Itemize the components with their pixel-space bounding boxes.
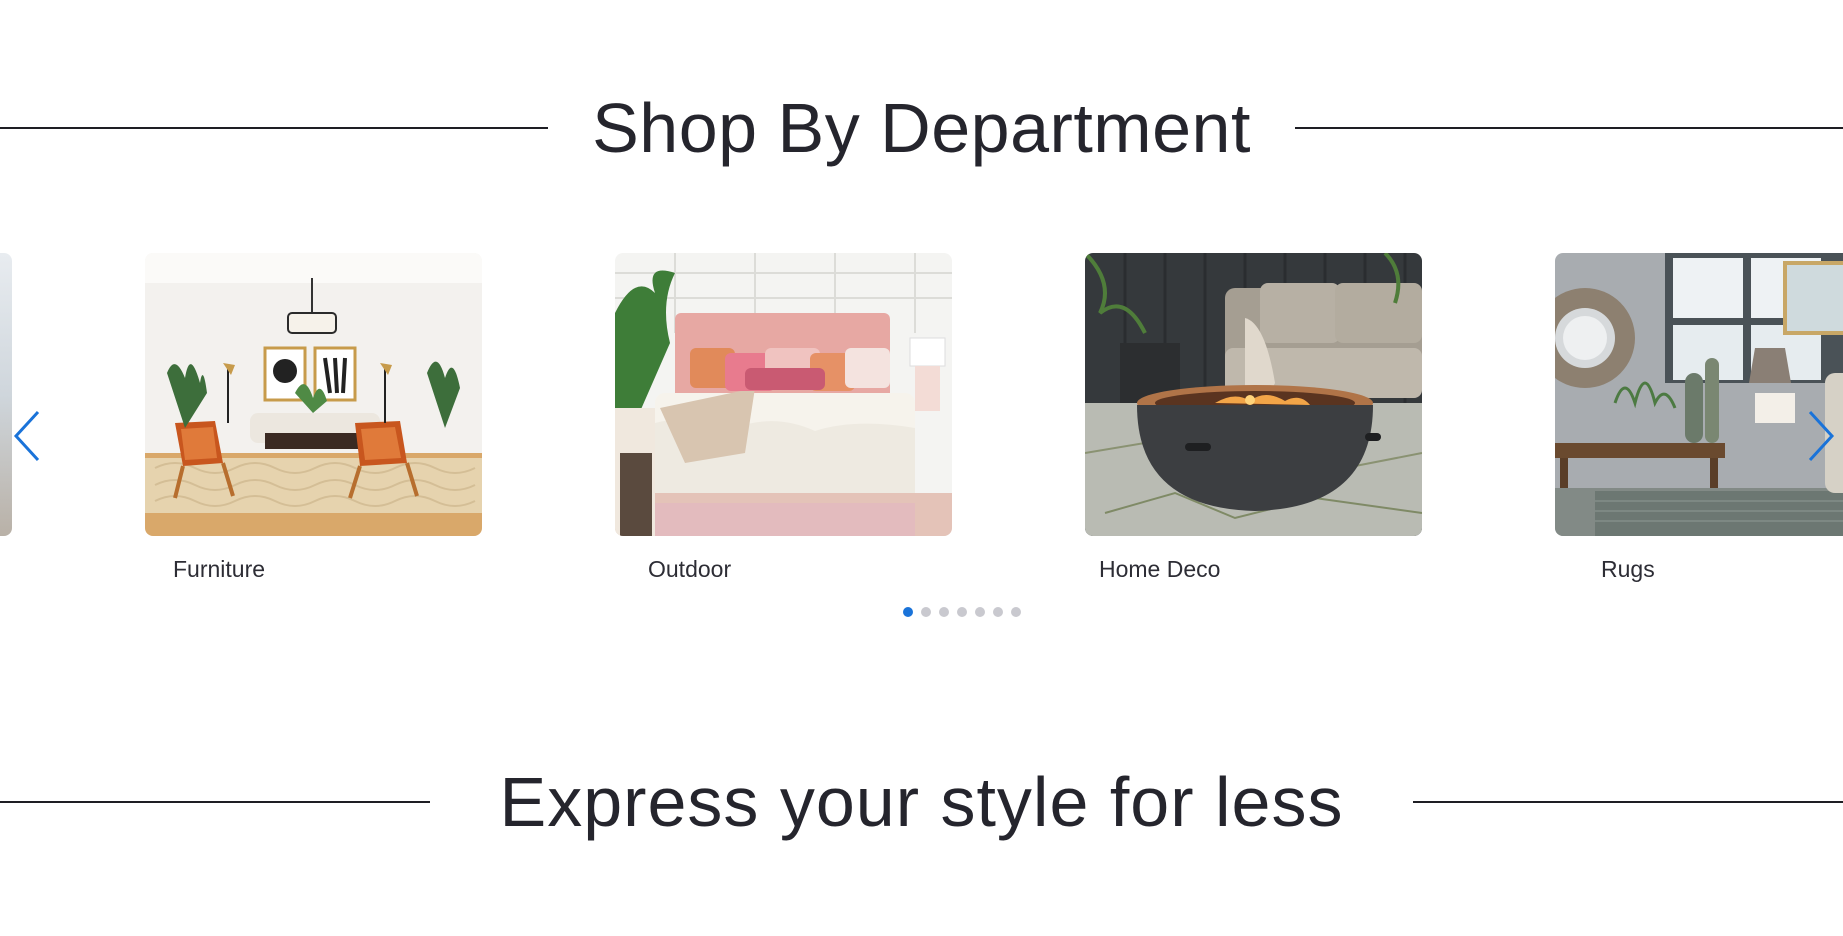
department-carousel: Furniture Outdoor Home Deco Rugs	[0, 253, 1843, 593]
pagination-dot[interactable]	[992, 607, 1003, 617]
pagination-dot[interactable]	[956, 607, 967, 617]
partial-card-previous[interactable]	[0, 253, 12, 536]
furniture-image[interactable]	[145, 253, 482, 536]
carousel-pagination	[0, 607, 1843, 617]
outdoor-image[interactable]	[615, 253, 952, 536]
heading-rule-left	[0, 127, 549, 129]
heading-rule-left	[0, 801, 430, 803]
shop-by-department-heading: Shop By Department	[0, 88, 1843, 168]
card-label-furniture[interactable]: Furniture	[173, 556, 265, 583]
section-title: Express your style for less	[499, 763, 1344, 841]
page: Shop By Department Furniture Outdoor Hom…	[0, 0, 1843, 936]
heading-rule-right	[1413, 801, 1843, 803]
department-card-outdoor[interactable]: Outdoor	[615, 253, 952, 582]
pagination-dot[interactable]	[902, 607, 913, 617]
carousel-prev-button[interactable]	[8, 408, 48, 464]
express-style-heading: Express your style for less	[0, 762, 1843, 842]
department-card-furniture[interactable]: Furniture	[145, 253, 482, 582]
pagination-dot[interactable]	[1010, 607, 1021, 617]
card-label-rugs[interactable]: Rugs	[1601, 556, 1655, 583]
pagination-dot[interactable]	[938, 607, 949, 617]
pagination-dot[interactable]	[974, 607, 985, 617]
pagination-dot[interactable]	[920, 607, 931, 617]
department-card-home-deco[interactable]: Home Deco	[1085, 253, 1422, 582]
chevron-left-icon	[13, 410, 40, 462]
department-card-rugs[interactable]: Rugs	[1555, 253, 1843, 582]
rugs-image[interactable]	[1555, 253, 1843, 536]
chevron-right-icon	[1808, 410, 1835, 462]
card-label-outdoor[interactable]: Outdoor	[648, 556, 731, 583]
heading-rule-right	[1294, 127, 1843, 129]
section-title: Shop By Department	[592, 89, 1251, 167]
home-deco-image[interactable]	[1085, 253, 1422, 536]
carousel-next-button[interactable]	[1800, 408, 1840, 464]
card-label-home-deco[interactable]: Home Deco	[1099, 556, 1220, 583]
